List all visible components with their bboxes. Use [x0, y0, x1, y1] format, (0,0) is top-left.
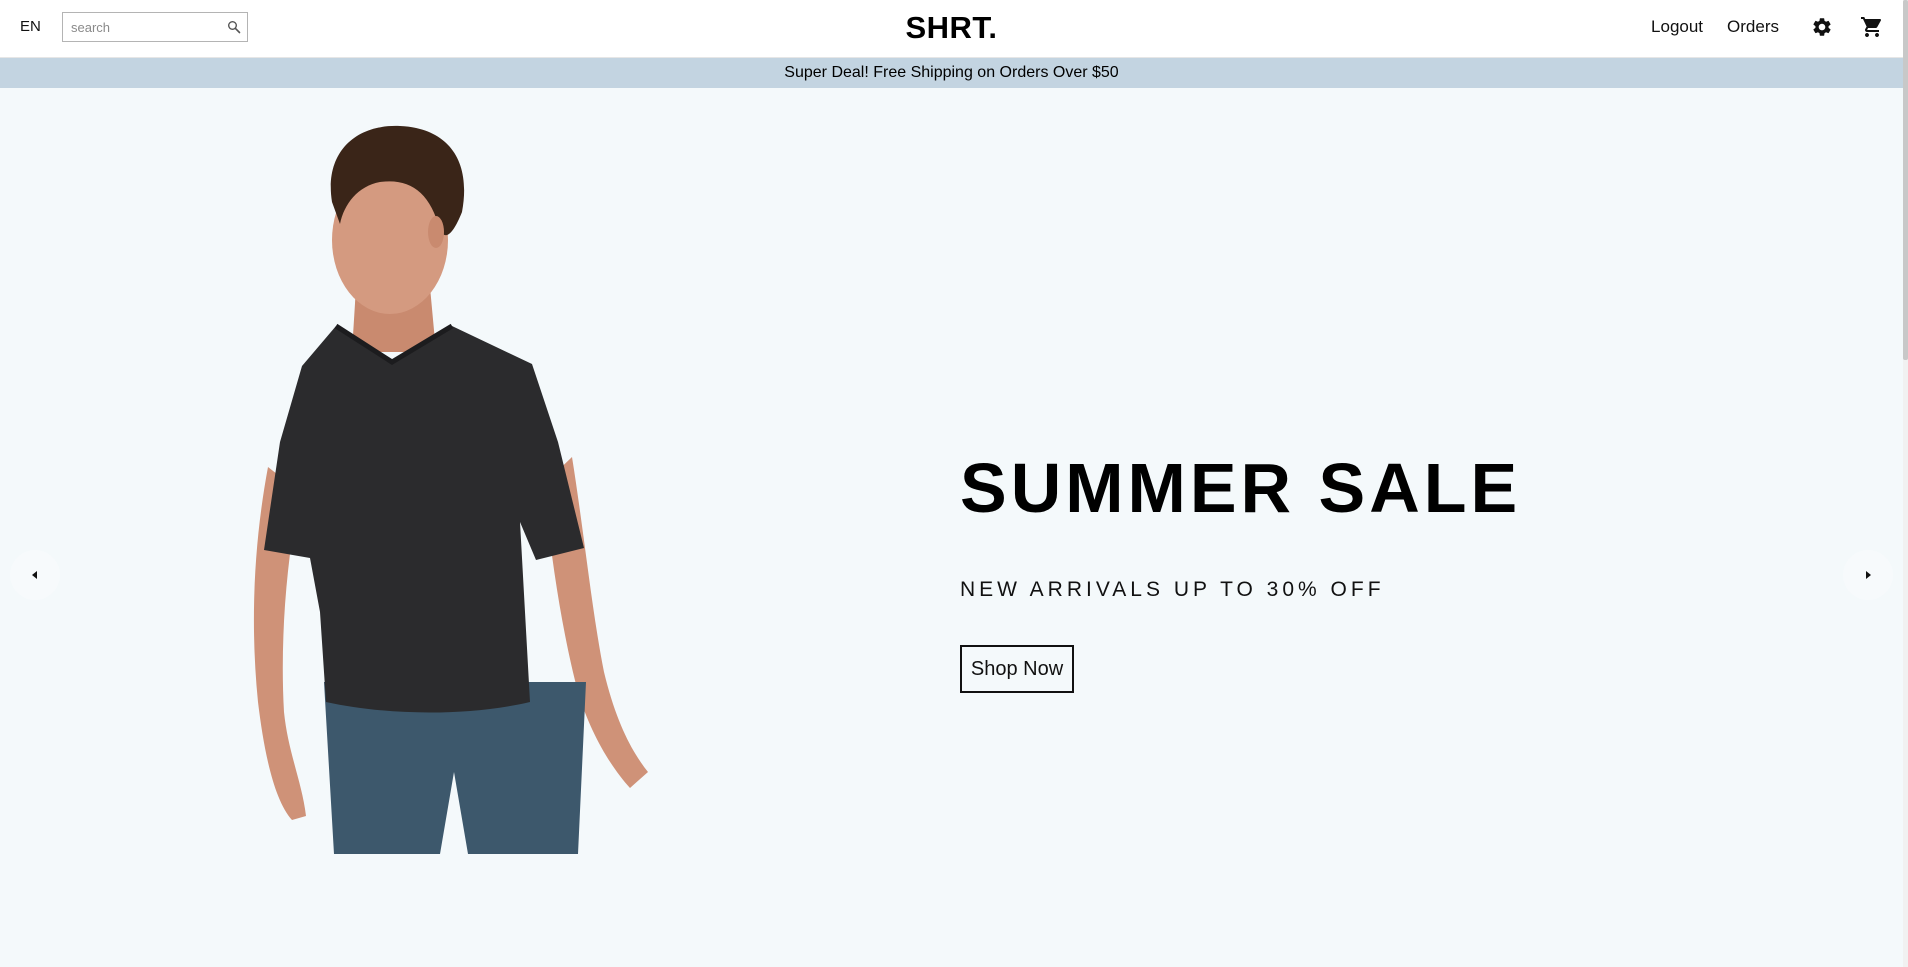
hero-slider: SUMMER SALE NEW ARRIVALS UP TO 30% OFF S… [0, 88, 1903, 967]
logo-text[interactable]: SHRT. [905, 10, 997, 45]
announcement-bar: Super Deal! Free Shipping on Orders Over… [0, 58, 1903, 88]
cart-icon[interactable] [1859, 14, 1885, 40]
hero-subtitle: NEW ARRIVALS UP TO 30% OFF [960, 578, 1385, 601]
carousel-next-button[interactable] [1843, 550, 1893, 600]
announcement-text: Super Deal! Free Shipping on Orders Over… [784, 64, 1119, 81]
page: EN SHRT. Logout Orders [0, 0, 1903, 967]
carousel-prev-button[interactable] [10, 550, 60, 600]
hero-image [253, 125, 648, 854]
shop-now-button[interactable]: Shop Now [960, 645, 1074, 693]
hero-content: SUMMER SALE NEW ARRIVALS UP TO 30% OFF S… [960, 449, 1522, 693]
logout-link[interactable]: Logout [1651, 17, 1703, 37]
arrow-right-icon [1866, 571, 1871, 579]
nav-actions: Logout Orders [1651, 12, 1885, 42]
scrollbar-thumb[interactable] [1903, 0, 1908, 360]
search-box [62, 12, 248, 42]
search-input[interactable] [63, 13, 221, 41]
orders-link[interactable]: Orders [1727, 17, 1779, 37]
language-selector[interactable]: EN [20, 18, 41, 35]
gear-icon[interactable] [1809, 14, 1835, 40]
logo: SHRT. [0, 10, 1903, 46]
hero-title: SUMMER SALE [960, 449, 1522, 527]
search-icon[interactable] [227, 20, 241, 34]
arrow-left-icon [32, 571, 37, 579]
scrollbar[interactable] [1903, 0, 1908, 967]
navbar: EN SHRT. Logout Orders [0, 0, 1903, 58]
